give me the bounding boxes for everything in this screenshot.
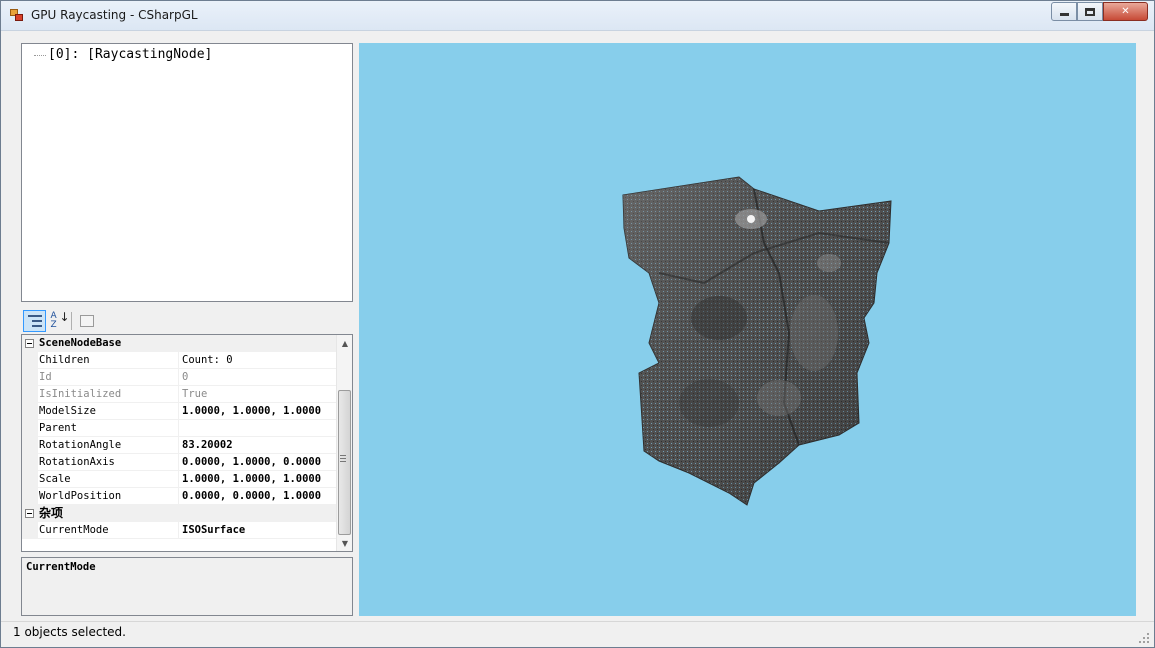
property-row-margin [22,522,38,539]
render-viewport[interactable] [359,43,1136,616]
property-row[interactable]: Id 0 [22,369,337,386]
property-grid-toolbar: A Z ↓ [21,309,353,333]
property-name: RotationAxis [38,454,179,471]
app-icon [10,9,24,22]
categorized-button[interactable] [23,310,46,332]
property-category-row[interactable]: SceneNodeBase [22,335,337,352]
property-row-margin [22,420,38,437]
property-value[interactable]: 0.0000, 0.0000, 1.0000 [180,488,337,505]
property-name: Children [38,352,179,369]
property-name: CurrentMode [38,522,179,539]
property-value[interactable]: ISOSurface [180,522,337,539]
maximize-icon [1085,7,1095,16]
collapse-icon[interactable] [25,339,34,348]
property-grid-scrollbar[interactable]: ▲ ▼ [336,335,352,551]
property-row-margin [22,403,38,420]
property-name: WorldPosition [38,488,179,505]
minimize-button[interactable] [1051,2,1077,21]
property-description-pane: CurrentMode [21,557,353,616]
property-category-name: SceneNodeBase [39,337,122,349]
tree-connector-line [34,55,46,56]
property-row[interactable]: IsInitialized True [22,386,337,403]
property-value[interactable]: Count: 0 [180,352,337,369]
property-row-margin [22,352,38,369]
property-row-margin [22,471,38,488]
property-pages-button[interactable] [75,310,98,332]
property-row-margin [22,437,38,454]
property-name: IsInitialized [38,386,179,403]
categorized-icon [27,315,42,327]
property-name: Scale [38,471,179,488]
alphabetical-button[interactable]: A Z ↓ [46,310,70,332]
property-grid-rows: SceneNodeBase Children Count: 0 Id 0 IsInitia… [22,335,337,539]
scroll-up-button[interactable]: ▲ [337,335,352,351]
property-row[interactable]: RotationAxis 0.0000, 1.0000, 0.0000 [22,454,337,471]
property-value[interactable]: 1.0000, 1.0000, 1.0000 [180,403,337,420]
property-name: Id [38,369,179,386]
caption-buttons: ✕ [1051,2,1148,21]
status-text: 1 objects selected. [13,625,126,639]
close-icon: ✕ [1121,6,1130,17]
tree-node-raycasting[interactable]: [0]: [RaycastingNode] [48,47,212,62]
property-value[interactable] [180,420,337,437]
property-row-margin [22,386,38,403]
toolbar-separator [71,312,72,330]
property-value[interactable]: 0.0000, 1.0000, 0.0000 [180,454,337,471]
scroll-thumb-grip-icon [340,455,346,464]
collapse-icon[interactable] [25,509,34,518]
property-name: Parent [38,420,179,437]
property-row[interactable]: CurrentMode ISOSurface [22,522,337,539]
property-value[interactable]: True [180,386,337,403]
property-row[interactable]: WorldPosition 0.0000, 0.0000, 1.0000 [22,488,337,505]
close-button[interactable]: ✕ [1103,2,1148,21]
maximize-button[interactable] [1077,2,1103,21]
scroll-down-button[interactable]: ▼ [337,535,352,551]
scene-tree[interactable]: [0]: [RaycastingNode] [21,43,353,302]
property-category-row[interactable]: 杂项 [22,505,337,522]
property-row[interactable]: ModelSize 1.0000, 1.0000, 1.0000 [22,403,337,420]
property-grid[interactable]: SceneNodeBase Children Count: 0 Id 0 IsInitia… [21,334,353,552]
status-bar: 1 objects selected. [1,621,1154,647]
property-row[interactable]: RotationAngle 83.20002 [22,437,337,454]
description-title: CurrentMode [26,561,96,573]
resize-grip-icon[interactable] [1138,632,1149,643]
property-value[interactable]: 0 [180,369,337,386]
alphabetical-sort-icon: A Z ↓ [50,310,70,330]
property-row[interactable]: Scale 1.0000, 1.0000, 1.0000 [22,471,337,488]
window-title: GPU Raycasting - CSharpGL [31,8,198,22]
property-row[interactable]: Parent [22,420,337,437]
property-pages-icon [79,315,94,327]
iso-surface-model [622,176,892,506]
property-value[interactable]: 1.0000, 1.0000, 1.0000 [180,471,337,488]
title-bar[interactable]: GPU Raycasting - CSharpGL ✕ [1,1,1154,31]
minimize-icon [1059,13,1069,16]
property-category-name: 杂项 [39,506,64,520]
property-row-margin [22,488,38,505]
property-name: ModelSize [38,403,179,420]
property-name: RotationAngle [38,437,179,454]
property-row[interactable]: Children Count: 0 [22,352,337,369]
property-value[interactable]: 83.20002 [180,437,337,454]
app-window: GPU Raycasting - CSharpGL ✕ [0]: [Raycas… [0,0,1155,648]
property-row-margin [22,454,38,471]
property-row-margin [22,369,38,386]
